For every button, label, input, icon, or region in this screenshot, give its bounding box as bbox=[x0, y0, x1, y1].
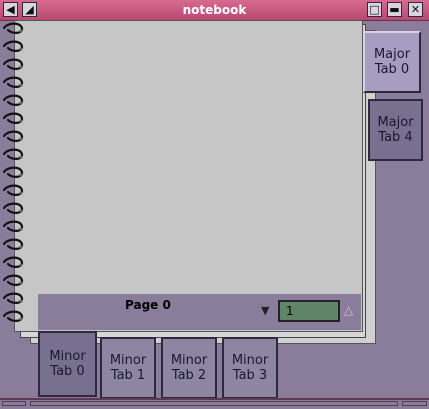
minimize-icon[interactable]: ▬ bbox=[387, 2, 402, 17]
tab-label-line1: Minor bbox=[231, 353, 269, 368]
tab-label-line1: Major bbox=[373, 47, 411, 62]
tab-label-line2: Tab 4 bbox=[378, 130, 413, 145]
tab-major-4[interactable]: Major Tab 4 bbox=[368, 99, 423, 161]
tab-label-line1: Minor bbox=[109, 353, 147, 368]
resize-handle-right[interactable] bbox=[402, 401, 427, 406]
resize-handle-left[interactable] bbox=[2, 401, 26, 406]
tab-label-line2: Tab 0 bbox=[374, 62, 410, 77]
tab-label-line2: Tab 1 bbox=[110, 368, 146, 383]
close-icon[interactable]: ✕ bbox=[408, 2, 423, 17]
tab-label-line2: Tab 2 bbox=[171, 368, 207, 383]
tab-label-line1: Major bbox=[377, 115, 414, 130]
maximize-icon[interactable]: □ bbox=[367, 2, 382, 17]
page-label: Page 0 bbox=[125, 298, 171, 312]
page-footer: Page 0 ▼ 1 △ bbox=[38, 294, 361, 330]
page-number-field[interactable]: 1 bbox=[278, 300, 340, 322]
tab-minor-0[interactable]: Minor Tab 0 bbox=[38, 331, 97, 397]
tab-major-0[interactable]: Major Tab 0 bbox=[363, 31, 421, 93]
page-up-icon[interactable]: △ bbox=[344, 303, 353, 317]
title-bar[interactable]: ◀ ◢ notebook □ ▬ ✕ bbox=[0, 0, 429, 21]
page-down-icon[interactable]: ▼ bbox=[261, 304, 269, 317]
tab-minor-1[interactable]: Minor Tab 1 bbox=[100, 337, 156, 399]
notebook-page bbox=[14, 20, 363, 332]
tab-label-line1: Minor bbox=[49, 349, 86, 364]
tab-minor-3[interactable]: Minor Tab 3 bbox=[222, 337, 278, 399]
window-title: notebook bbox=[182, 3, 247, 17]
tab-label-line1: Minor bbox=[170, 353, 208, 368]
resize-handle-bottom[interactable] bbox=[30, 401, 398, 406]
spiral-binding-icon bbox=[2, 22, 24, 322]
window-bottom-frame[interactable] bbox=[0, 398, 429, 409]
tab-label-line2: Tab 3 bbox=[232, 368, 268, 383]
tab-label-line2: Tab 0 bbox=[50, 364, 85, 379]
tab-minor-2[interactable]: Minor Tab 2 bbox=[161, 337, 217, 399]
